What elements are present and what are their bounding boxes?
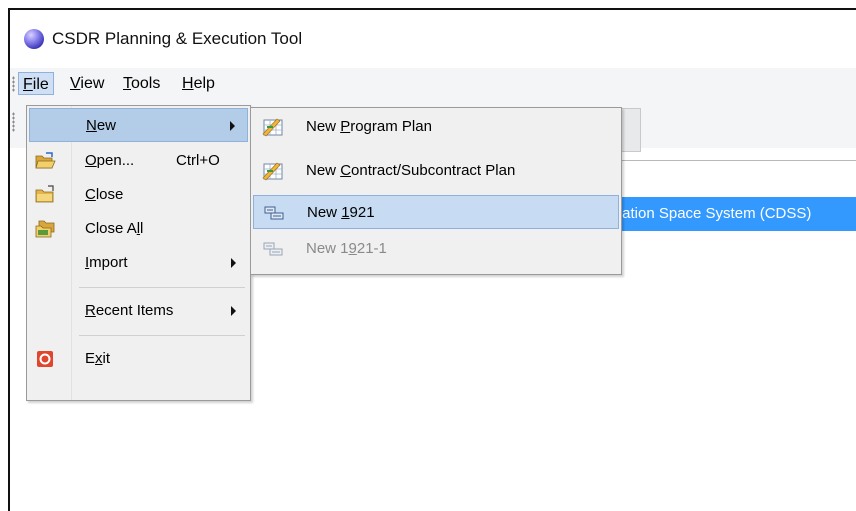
- app-globe-icon: [24, 29, 44, 49]
- new-contract-subcontract-plan[interactable]: New Contract/Subcontract Plan: [253, 154, 619, 188]
- new-submenu: New Program Plan New Contract/Subcontrac…: [250, 107, 622, 275]
- menu-help-label: elp: [193, 75, 215, 92]
- new-1921-label: New 1921: [307, 204, 375, 221]
- file-menu-import[interactable]: Import: [29, 246, 248, 280]
- panel-divider: [610, 160, 856, 161]
- menu-help-mnemonic: H: [182, 75, 194, 92]
- new-1921[interactable]: New 1921: [253, 195, 619, 229]
- file-menu-new-label: New: [86, 117, 117, 134]
- window-title: CSDR Planning & Execution Tool: [52, 29, 303, 48]
- tree-node-selected[interactable]: tration Space System (CDSS): [610, 197, 856, 231]
- menu-view[interactable]: View: [66, 72, 108, 95]
- contract-plan-icon: [262, 162, 283, 181]
- menu-view-mnemonic: V: [70, 75, 81, 92]
- exit-icon: [37, 351, 53, 367]
- menu-help[interactable]: Help: [178, 72, 219, 95]
- tree-node-label: tration Space System (CDSS): [613, 205, 812, 222]
- new-contract-plan-label: New Contract/Subcontract Plan: [306, 162, 516, 179]
- file-menu-close[interactable]: Close: [29, 178, 248, 212]
- title-bar: CSDR Planning & Execution Tool: [10, 10, 856, 68]
- file-menu-exit[interactable]: Exit: [29, 342, 248, 376]
- menu-separator: [79, 287, 245, 288]
- file-menu-recent-label: Recent Items: [85, 302, 174, 319]
- close-all-folders-icon: [35, 220, 55, 238]
- file-menu-open-label: Open...: [85, 152, 135, 169]
- report-1921-1-icon: [263, 242, 283, 256]
- new-program-plan-label: New Program Plan: [306, 118, 432, 135]
- submenu-arrow-icon: [230, 121, 235, 131]
- submenu-arrow-icon: [231, 258, 236, 268]
- menubar-grip-icon: [12, 76, 15, 92]
- file-menu-close-all[interactable]: Close All: [29, 212, 248, 246]
- program-plan-icon: [262, 118, 283, 137]
- new-1921-1-label: New 1921-1: [306, 240, 387, 257]
- menu-tools[interactable]: Tools: [119, 72, 164, 95]
- close-folder-icon: [35, 185, 54, 203]
- menu-file-label: ile: [32, 76, 49, 93]
- new-program-plan[interactable]: New Program Plan: [253, 110, 619, 144]
- file-menu-exit-label: Exit: [85, 350, 111, 367]
- submenu-arrow-icon: [231, 306, 236, 316]
- menu-tools-label: ools: [131, 75, 161, 92]
- menu-separator: [79, 335, 245, 336]
- open-shortcut: Ctrl+O: [176, 152, 220, 169]
- file-menu-close-all-label: Close All: [85, 220, 144, 237]
- report-1921-icon: [264, 206, 284, 220]
- menu-bar: File View Tools Help: [10, 68, 856, 98]
- menu-tools-mnemonic: T: [123, 75, 131, 92]
- menu-file-mnemonic: F: [23, 76, 33, 93]
- toolbar-grip-icon: [12, 112, 15, 132]
- file-menu-import-label: Import: [85, 254, 128, 271]
- menu-file[interactable]: File: [18, 72, 54, 95]
- file-menu-new[interactable]: New: [29, 108, 248, 142]
- open-folder-icon: [35, 152, 56, 169]
- file-menu-dropdown: New Open... Ctrl+O Close Close All Impor…: [26, 105, 251, 401]
- file-menu-recent-items[interactable]: Recent Items: [29, 294, 248, 328]
- new-1921-1[interactable]: New 1921-1: [253, 232, 619, 266]
- file-menu-open[interactable]: Open... Ctrl+O: [29, 144, 248, 178]
- file-menu-close-label: Close: [85, 186, 124, 203]
- menu-view-label: iew: [80, 75, 105, 92]
- app-window: CSDR Planning & Execution Tool File View…: [8, 8, 856, 511]
